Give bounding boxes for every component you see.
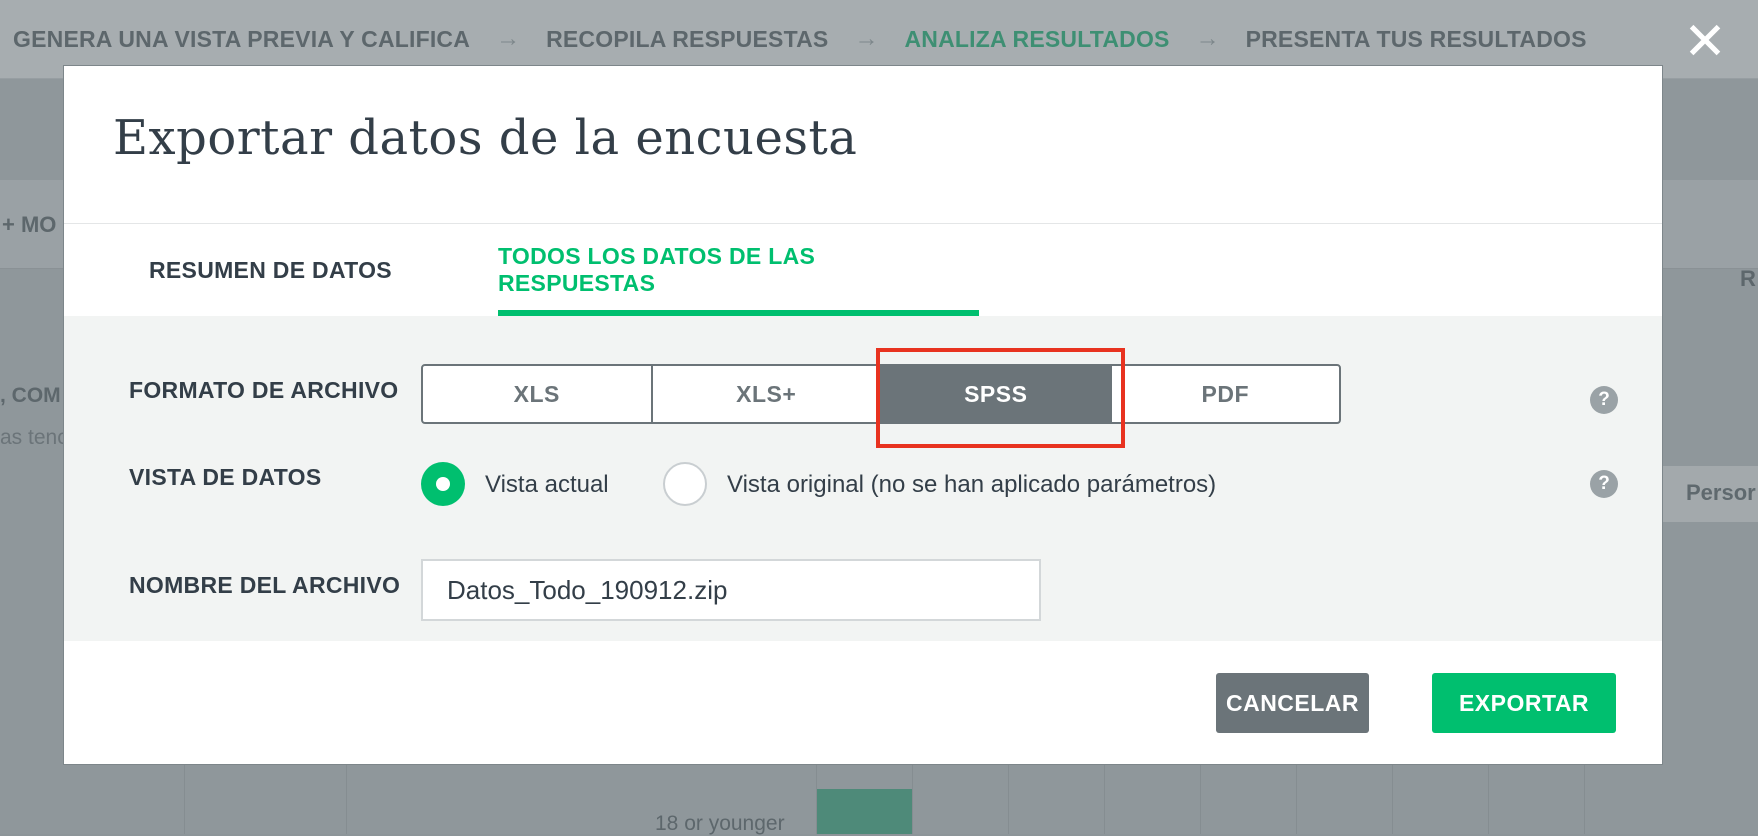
tab-all-responses[interactable]: TODOS LOS DATOS DE LAS RESPUESTAS (498, 224, 979, 316)
arrow-right-icon: → (496, 25, 521, 52)
export-tabs: RESUMEN DE DATOS TODOS LOS DATOS DE LAS … (64, 224, 1662, 316)
background-gridline (1392, 760, 1393, 834)
radio-original-view-label[interactable]: Vista original (no se han aplicado parám… (727, 471, 1216, 499)
radio-current-view-label[interactable]: Vista actual (485, 471, 609, 499)
export-dialog: Exportar datos de la encuesta RESUMEN DE… (63, 65, 1663, 765)
format-option-spss[interactable]: SPSS (882, 366, 1112, 422)
background-gridline (184, 760, 185, 834)
data-view-label: VISTA DE DATOS (129, 464, 322, 490)
radio-current-view[interactable] (421, 462, 465, 506)
radio-original-view[interactable] (663, 462, 707, 506)
step-preview: GENERA UNA VISTA PREVIA Y CALIFICA (13, 25, 471, 52)
arrow-right-icon: → (854, 25, 879, 52)
format-option-xls[interactable]: XLS (423, 366, 653, 422)
help-icon[interactable]: ? (1590, 386, 1618, 414)
background-text: Persor (1686, 480, 1756, 505)
background-text: as tenc (0, 426, 68, 449)
dialog-title: Exportar datos de la encuesta (113, 110, 858, 166)
background-gridline (1584, 760, 1585, 834)
close-icon[interactable]: ✕ (1683, 16, 1727, 68)
step-analyze: ANALIZA RESULTADOS (904, 25, 1170, 52)
background-text: + MO (2, 212, 57, 237)
background-text: 18 or younger (655, 812, 785, 835)
export-button[interactable]: EXPORTAR (1432, 673, 1616, 733)
background-gridline (346, 760, 347, 834)
export-options-panel: FORMATO DE ARCHIVO XLS XLS+ SPSS PDF ? V… (64, 316, 1662, 641)
tab-data-summary[interactable]: RESUMEN DE DATOS (149, 224, 392, 316)
step-collect: RECOPILA RESPUESTAS (546, 25, 829, 52)
format-option-pdf[interactable]: PDF (1112, 366, 1340, 422)
background-text: R (1740, 266, 1756, 291)
background-gridline (1008, 760, 1009, 834)
file-format-label: FORMATO DE ARCHIVO (129, 377, 399, 403)
format-option-xls-plus[interactable]: XLS+ (653, 366, 882, 422)
background-gridline (1104, 760, 1105, 834)
help-icon[interactable]: ? (1590, 470, 1618, 498)
file-name-input[interactable] (421, 559, 1041, 621)
cancel-button[interactable]: CANCELAR (1216, 673, 1369, 733)
background-text: , COM (0, 384, 61, 407)
background-gridline (1296, 760, 1297, 834)
step-present: PRESENTA TUS RESULTADOS (1245, 25, 1587, 52)
background-chart-bar (817, 789, 912, 834)
background-gridline (1488, 760, 1489, 834)
arrow-right-icon: → (1195, 25, 1220, 52)
background-gridline (1200, 760, 1201, 834)
background-gridline (912, 760, 913, 834)
file-format-selector: XLS XLS+ SPSS PDF (421, 364, 1341, 424)
file-name-label: NOMBRE DEL ARCHIVO (129, 572, 401, 598)
